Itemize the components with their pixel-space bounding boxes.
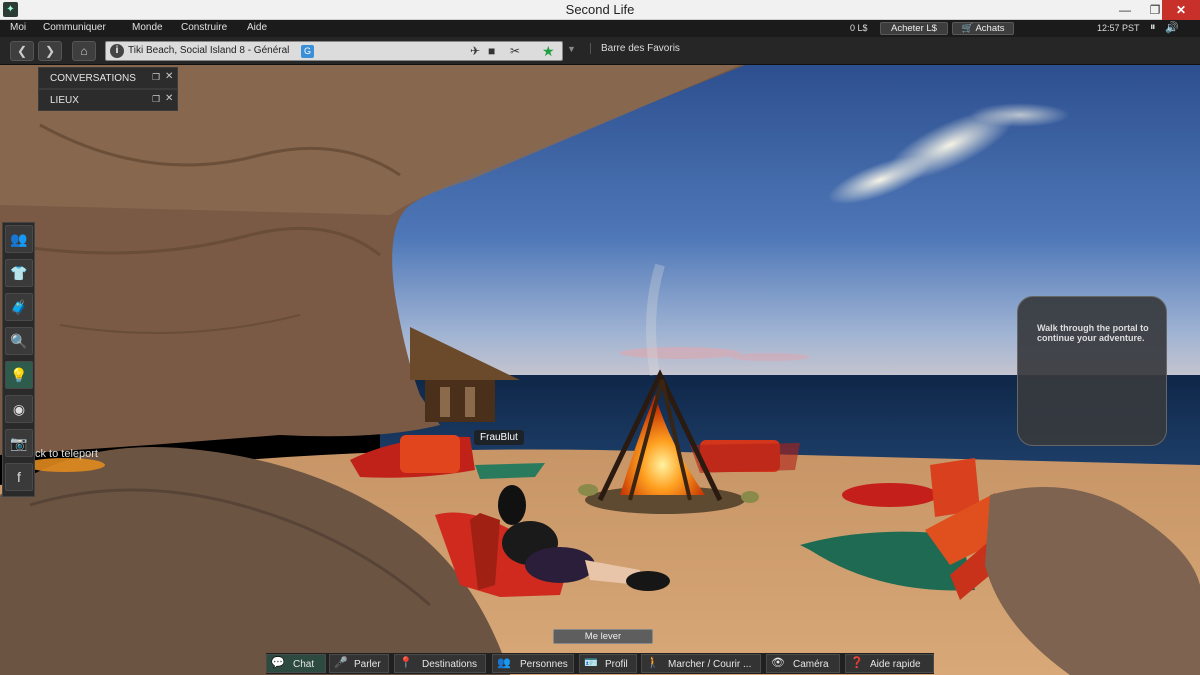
- no-fly-icon[interactable]: ✈: [470, 44, 480, 58]
- no-script-icon[interactable]: ✂: [510, 44, 520, 58]
- clock: 12:57 PST: [1097, 23, 1140, 33]
- voice-icon[interactable]: ◉: [5, 395, 33, 423]
- quick-help-button[interactable]: ❓ Aide rapide: [845, 654, 934, 673]
- people-icon[interactable]: 👥: [5, 225, 33, 253]
- camera-button[interactable]: 👁 Caméra: [766, 654, 840, 673]
- location-bar[interactable]: i Tiki Beach, Social Island 8 - Général …: [105, 41, 563, 61]
- linden-balance: 0 L$: [850, 23, 868, 33]
- home-button[interactable]: ⌂: [72, 41, 96, 61]
- navigation-bar: ❮ ❯ ⌂ i Tiki Beach, Social Island 8 - Gé…: [0, 37, 1200, 65]
- maturity-badge[interactable]: G: [301, 45, 314, 58]
- conversations-panel-title[interactable]: CONVERSATIONS: [50, 73, 136, 84]
- favorite-star-icon[interactable]: ★: [542, 43, 555, 60]
- window-title: Second Life: [565, 2, 635, 17]
- cart-icon: 🛒: [961, 23, 974, 34]
- walk-run-button-label: Marcher / Courir ...: [668, 659, 752, 670]
- location-text[interactable]: Tiki Beach, Social Island 8 - Général: [128, 45, 289, 56]
- inventory-icon[interactable]: 🧳: [5, 293, 33, 321]
- close-panel-icon[interactable]: ✕: [165, 93, 173, 104]
- menu-monde[interactable]: Monde: [132, 22, 163, 33]
- chat-bubble-icon: 💬: [271, 657, 285, 669]
- people-button[interactable]: 👥 Personnes: [492, 654, 574, 673]
- destinations-icon[interactable]: 💡: [5, 361, 33, 389]
- second-life-window: ✦ Second Life — ❐ ✕ Moi Communiquer Mond…: [0, 0, 1200, 675]
- shop-button-label: Achats: [975, 23, 1005, 34]
- no-build-icon[interactable]: ■: [488, 44, 495, 58]
- teleport-hover-text: ck to teleport: [35, 448, 98, 460]
- buy-currency-button[interactable]: Acheter L$: [880, 22, 948, 35]
- sidebar-toolbar: 👥 👕 🧳 🔍 💡 ◉ 📷 f: [2, 222, 35, 497]
- chat-button[interactable]: 💬 Chat: [266, 654, 326, 673]
- minimize-button[interactable]: —: [1110, 0, 1140, 20]
- menu-construire[interactable]: Construire: [181, 22, 227, 33]
- map-pin-icon: 📍: [399, 657, 413, 669]
- world-view[interactable]: CONVERSATIONS ❐ ✕ LIEUX ❐ ✕ 👥 👕 🧳 🔍 💡 ◉ …: [0, 65, 1200, 675]
- favorites-bar-label: Barre des Favoris: [590, 43, 680, 54]
- stand-up-button[interactable]: Me lever: [553, 629, 653, 644]
- walking-person-icon: 🚶: [646, 657, 660, 669]
- menu-moi[interactable]: Moi: [10, 22, 26, 33]
- profile-button[interactable]: 🪪 Profil: [579, 654, 637, 673]
- facebook-icon[interactable]: f: [5, 463, 33, 491]
- undock-icon[interactable]: ❐: [152, 94, 160, 105]
- forward-button[interactable]: ❯: [38, 41, 62, 61]
- snapshot-icon[interactable]: 📷: [5, 429, 33, 457]
- help-icon: ❓: [850, 657, 864, 669]
- speak-button-label: Parler: [354, 659, 381, 670]
- portal-sign-text: Walk through the portal to continue your…: [1037, 323, 1149, 343]
- bottom-toolbar: 💬 Chat 🎤 Parler 📍 Destinations 👥 Personn…: [266, 653, 934, 674]
- window-titlebar: ✦ Second Life — ❐ ✕: [0, 0, 1200, 20]
- places-panel[interactable]: LIEUX ❐ ✕: [38, 89, 178, 111]
- menu-bar: Moi Communiquer Monde Construire Aide 0 …: [0, 20, 1200, 37]
- profile-button-label: Profil: [605, 659, 628, 670]
- quick-help-button-label: Aide rapide: [870, 659, 921, 670]
- eye-icon: 👁: [771, 657, 785, 669]
- people-button-label: Personnes: [520, 659, 568, 670]
- appearance-icon[interactable]: 👕: [5, 259, 33, 287]
- search-icon[interactable]: 🔍: [5, 327, 33, 355]
- destinations-button-label: Destinations: [422, 659, 478, 670]
- menu-aide[interactable]: Aide: [247, 22, 267, 33]
- back-button[interactable]: ❮: [10, 41, 34, 61]
- speak-button[interactable]: 🎤 Parler: [329, 654, 389, 673]
- microphone-icon: 🎤: [334, 657, 348, 669]
- location-dropdown-icon[interactable]: ▼: [567, 44, 576, 54]
- pause-media-icon[interactable]: ⏸: [1150, 21, 1156, 34]
- places-panel-title[interactable]: LIEUX: [50, 95, 79, 106]
- shop-button[interactable]: 🛒 Achats: [952, 22, 1014, 35]
- close-button[interactable]: ✕: [1162, 0, 1200, 20]
- menu-communiquer[interactable]: Communiquer: [43, 22, 106, 33]
- portal-sign[interactable]: Walk through the portal to continue your…: [1017, 296, 1167, 446]
- walk-run-button[interactable]: 🚶 Marcher / Courir ...: [641, 654, 761, 673]
- volume-icon[interactable]: 🔊: [1165, 21, 1179, 34]
- location-info-icon[interactable]: i: [110, 44, 124, 58]
- destinations-button[interactable]: 📍 Destinations: [394, 654, 486, 673]
- close-panel-icon[interactable]: ✕: [165, 71, 173, 82]
- chat-button-label: Chat: [293, 659, 315, 670]
- people-icon: 👥: [497, 657, 511, 669]
- conversations-panel[interactable]: CONVERSATIONS ❐ ✕: [38, 67, 178, 89]
- undock-icon[interactable]: ❐: [152, 72, 160, 83]
- profile-card-icon: 🪪: [584, 657, 598, 669]
- avatar-name-tag[interactable]: FrauBlut: [474, 430, 524, 445]
- camera-button-label: Caméra: [793, 659, 829, 670]
